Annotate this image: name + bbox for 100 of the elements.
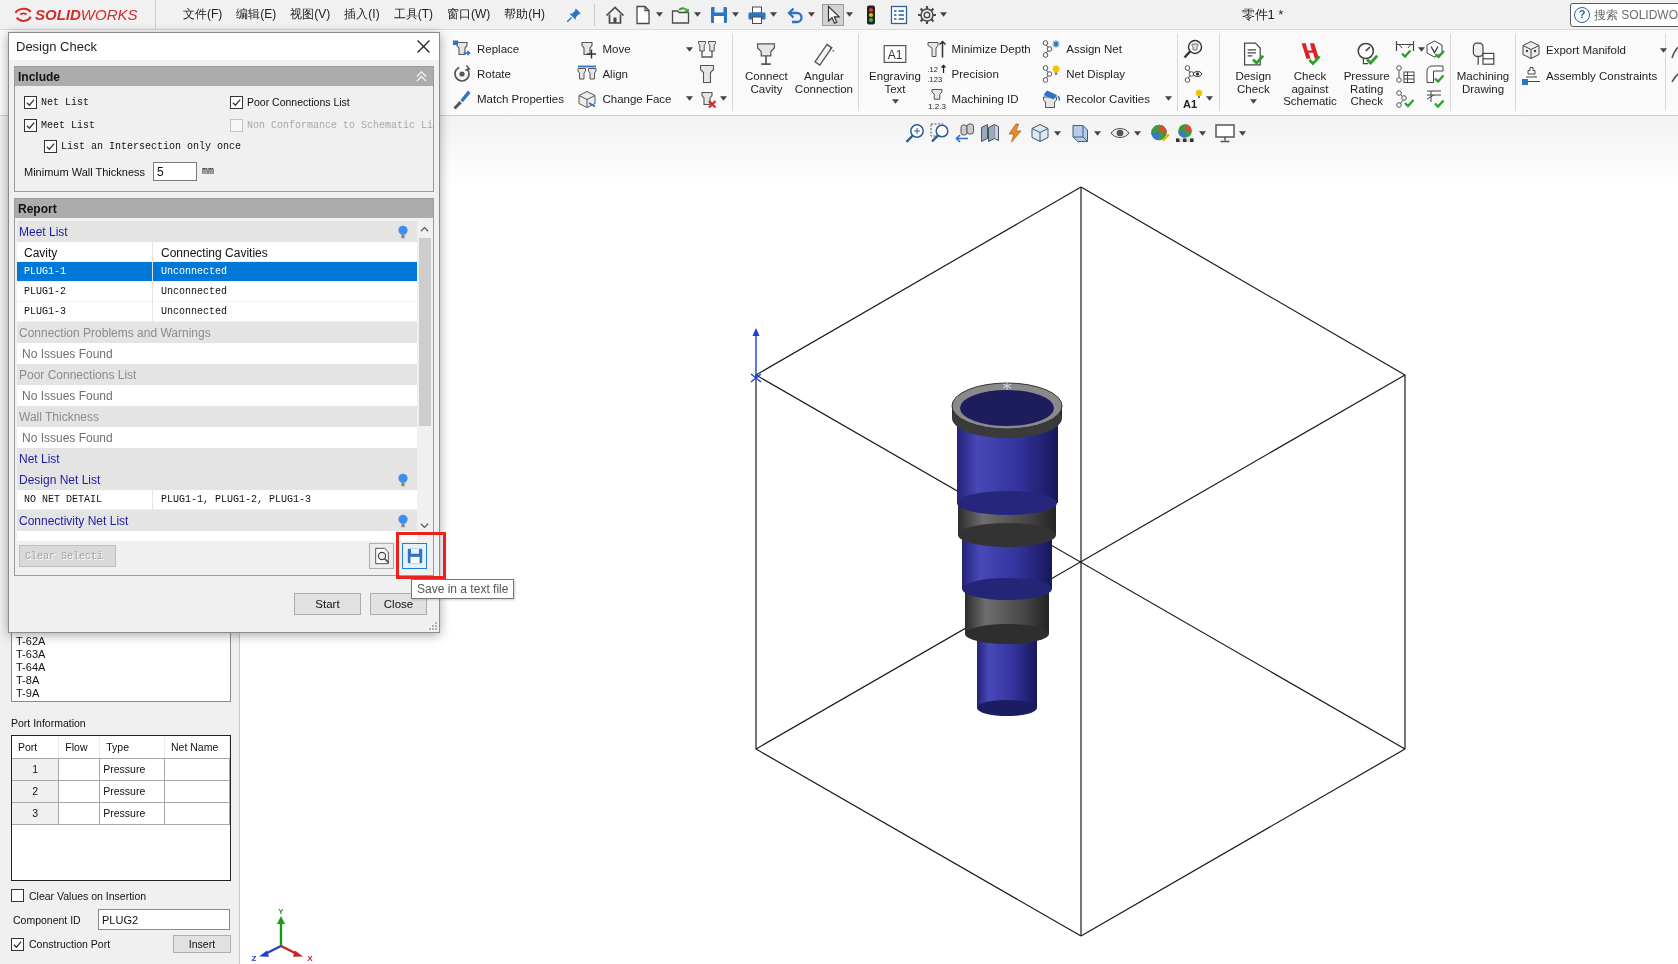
ribbon-button[interactable]: Machining Drawing: [1456, 34, 1510, 111]
dimension-check-icon[interactable]: [1395, 39, 1415, 60]
menu-item[interactable]: 工具(T): [386, 3, 440, 26]
appearance-icon[interactable]: [1150, 123, 1170, 143]
caret-icon[interactable]: [940, 12, 947, 17]
bulb-icon[interactable]: [398, 513, 408, 528]
magnifier-icon[interactable]: [1183, 39, 1203, 60]
pipe-check-icon[interactable]: [1425, 64, 1445, 84]
menu-item[interactable]: 帮助(H): [497, 3, 552, 26]
checkbox[interactable]: [230, 95, 243, 109]
ribbon-button[interactable]: Minimize Depth: [926, 37, 1041, 62]
view-cube-icon[interactable]: [1030, 123, 1050, 143]
document-icon[interactable]: [633, 4, 653, 25]
list-item[interactable]: T-62A: [16, 635, 46, 648]
cup-pair-icon[interactable]: [697, 39, 717, 60]
section-heading[interactable]: Net List: [17, 448, 417, 469]
list-icon[interactable]: [889, 4, 909, 25]
ribbon-button[interactable]: Replace: [452, 37, 574, 62]
caret-icon[interactable]: [770, 12, 777, 17]
checkbox[interactable]: [44, 139, 57, 153]
ribbon-button[interactable]: Recolor Cavities: [1041, 86, 1172, 111]
ribbon-button[interactable]: Match Properties: [452, 86, 574, 111]
scene-icon[interactable]: [1175, 123, 1195, 143]
caret-icon[interactable]: [846, 12, 853, 17]
checkbox-label[interactable]: Meet List: [41, 119, 95, 131]
checkbox[interactable]: [24, 95, 37, 109]
caret-icon[interactable]: [656, 12, 663, 17]
insert-button[interactable]: Insert: [173, 935, 231, 953]
caret-icon[interactable]: [694, 12, 701, 17]
caret-icon[interactable]: [1199, 130, 1206, 136]
ribbon-button[interactable]: Align: [577, 61, 694, 87]
monitor-icon[interactable]: [1215, 123, 1235, 143]
cursor-icon[interactable]: [823, 4, 843, 25]
pin-icon[interactable]: [566, 6, 582, 23]
ribbon-button[interactable]: Rotate: [452, 61, 574, 87]
zoom-fit-icon[interactable]: [905, 123, 925, 143]
table-row[interactable]: NO NET DETAIL PLUG1-1, PLUG1-2, PLUG1-3: [17, 490, 417, 510]
cube-check-icon[interactable]: [1425, 39, 1445, 60]
node-eye-icon[interactable]: [1183, 64, 1203, 84]
list-item[interactable]: T-64A: [16, 661, 46, 674]
zoom-area-icon[interactable]: [930, 123, 950, 143]
ribbon-button[interactable]: Move: [577, 37, 694, 62]
dialog-button[interactable]: Start: [294, 593, 361, 615]
checkbox-label[interactable]: List an Intersection only once: [61, 140, 242, 152]
section-view-icon[interactable]: [980, 123, 1000, 143]
bulb-icon[interactable]: [398, 224, 408, 239]
section-heading[interactable]: Meet List: [17, 221, 417, 242]
checkbox[interactable]: [11, 937, 24, 951]
home-icon[interactable]: [605, 4, 625, 25]
caret-icon[interactable]: [686, 46, 694, 52]
caret-icon[interactable]: [1165, 96, 1172, 102]
ribbon-button[interactable]: Connect Cavity: [738, 34, 795, 111]
resize-grip-icon[interactable]: [429, 622, 437, 630]
printer-icon[interactable]: [747, 4, 767, 25]
table-row[interactable]: PLUG1-1 Unconnected: [17, 262, 417, 282]
menu-item[interactable]: 插入(I): [337, 3, 387, 26]
caret-icon[interactable]: [1418, 46, 1425, 52]
node-check-icon[interactable]: [1395, 88, 1415, 109]
list-item[interactable]: T-9A: [16, 687, 40, 700]
caret-icon[interactable]: [1134, 130, 1141, 136]
cup-icon[interactable]: [697, 64, 717, 84]
wall-thickness-field[interactable]: 5: [153, 162, 197, 181]
ribbon-button[interactable]: Assign Net: [1041, 37, 1172, 62]
checkbox[interactable]: [11, 889, 24, 902]
ribbon-button[interactable]: Pressure Rating Check: [1338, 34, 1395, 111]
ribbon-button[interactable]: Angular Connection: [794, 34, 853, 111]
ribbon-button[interactable]: Net Display: [1041, 61, 1172, 87]
ribbon-button[interactable]: Check against Schematic: [1281, 34, 1339, 111]
menu-item[interactable]: 编辑(E): [229, 3, 284, 26]
checkbox-label[interactable]: Clear Values on Insertion: [29, 889, 147, 902]
ribbon-button[interactable]: Design Check: [1225, 34, 1282, 111]
caret-icon[interactable]: [720, 96, 727, 102]
caret-icon[interactable]: [686, 96, 694, 102]
caret-icon[interactable]: [891, 99, 899, 104]
table-row[interactable]: PLUG1-3 Unconnected: [17, 302, 417, 322]
caret-icon[interactable]: [1206, 96, 1213, 102]
caret-icon[interactable]: [1660, 47, 1668, 53]
checkbox-label[interactable]: Net List: [41, 96, 89, 108]
caret-icon[interactable]: [1249, 99, 1257, 104]
display-style-icon[interactable]: [1070, 123, 1090, 143]
checkbox[interactable]: [24, 118, 37, 132]
menu-item[interactable]: 视图(V): [283, 3, 338, 26]
dialog-button[interactable]: Close: [370, 593, 427, 615]
section-heading[interactable]: Connectivity Net List: [17, 510, 417, 531]
ribbon-button[interactable]: Assembly Constraints: [1521, 63, 1668, 89]
caret-icon[interactable]: [1239, 130, 1246, 136]
ribbon-button[interactable]: A1 Engraving Text: [864, 34, 926, 111]
scrollbar-thumb[interactable]: [418, 238, 431, 426]
chevron-down-icon[interactable]: [420, 523, 429, 529]
ribbon-button[interactable]: Export Manifold: [1521, 37, 1668, 63]
list-box[interactable]: T-62A T-63A T-64A T-8A T-9A: [11, 630, 231, 702]
ribbon-button[interactable]: Change Face: [577, 86, 694, 111]
checkbox-label[interactable]: Poor Connections List: [247, 96, 350, 108]
group-header[interactable]: Include: [15, 67, 433, 86]
save-file-button[interactable]: [402, 543, 427, 569]
checkbox-label[interactable]: Construction Port: [29, 938, 111, 950]
section-heading[interactable]: Design Net List: [17, 469, 417, 490]
settings-icon[interactable]: [917, 4, 937, 25]
folder-icon[interactable]: [671, 4, 691, 25]
search-field[interactable]: ? 搜索 SOLIDWO: [1570, 2, 1678, 27]
